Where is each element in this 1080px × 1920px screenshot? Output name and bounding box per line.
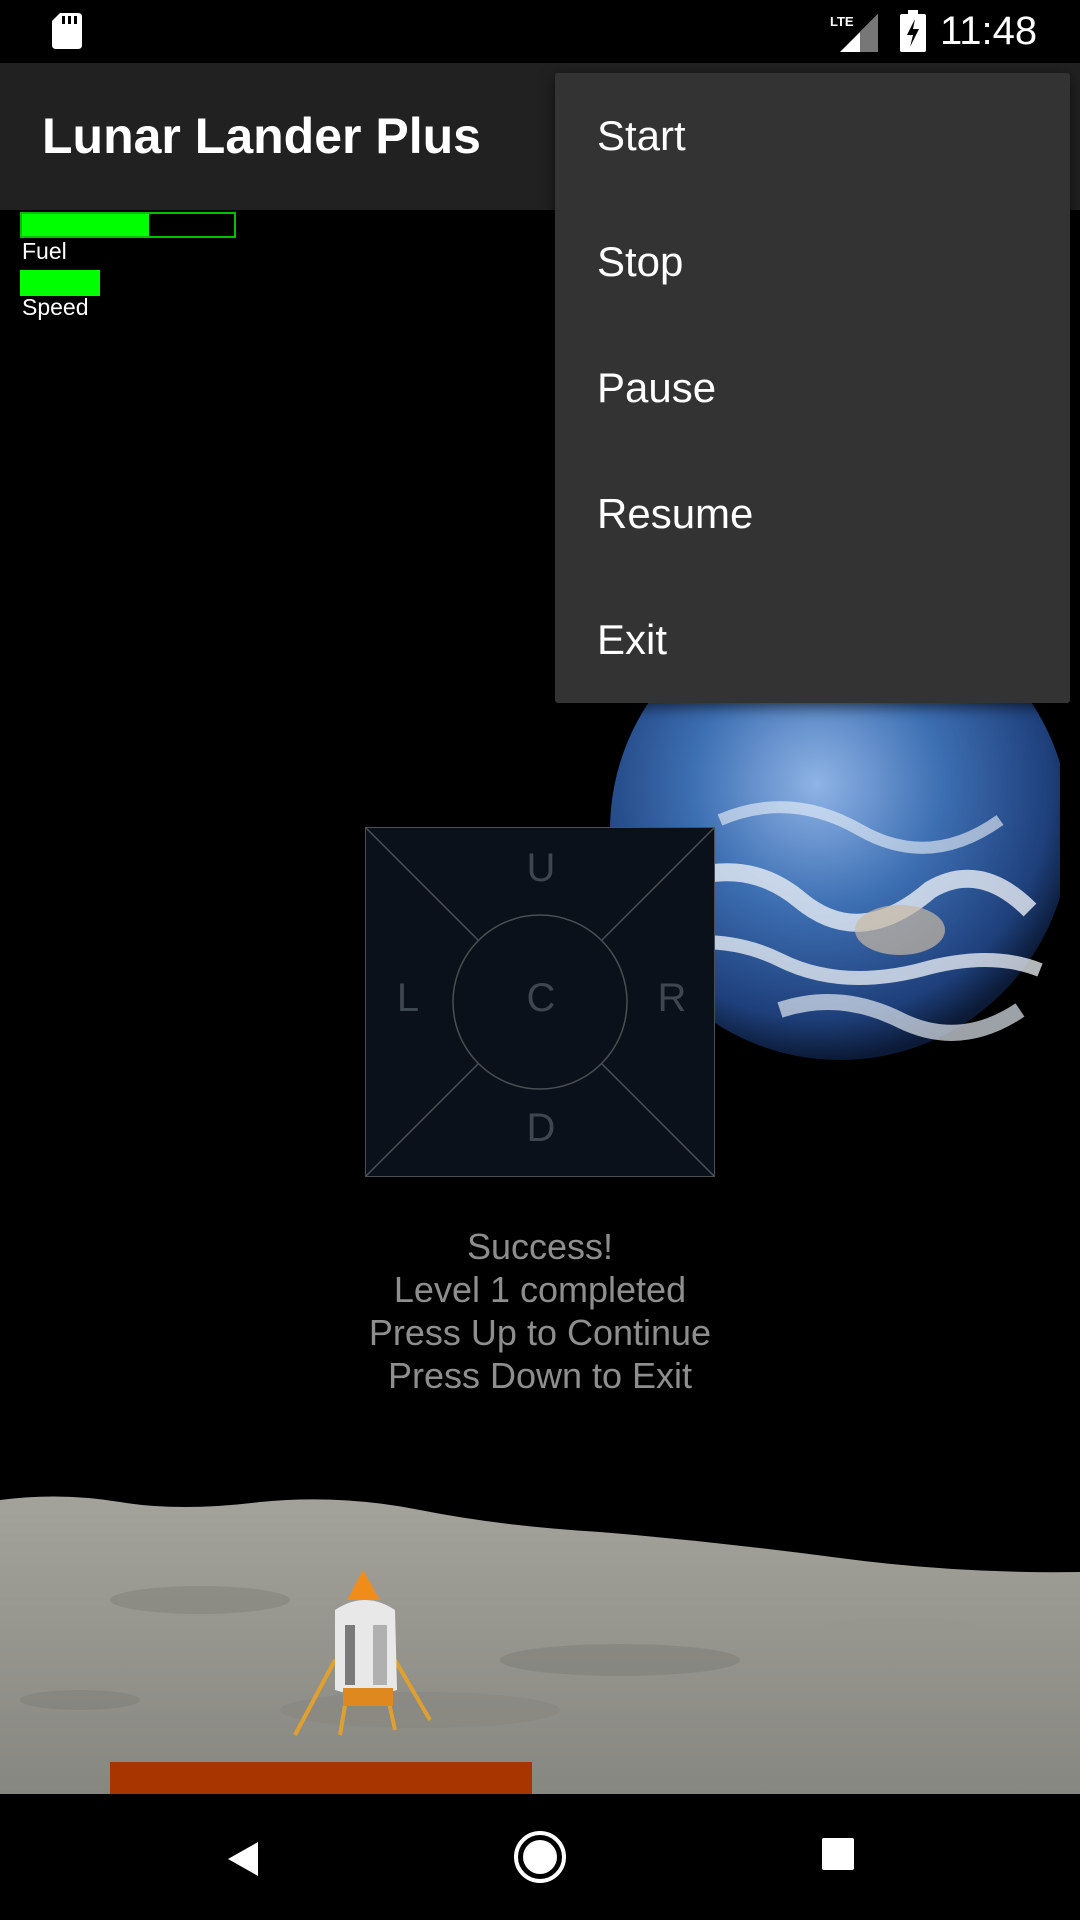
network-label: LTE [830,14,854,29]
game-message: Success! Level 1 completed Press Up to C… [240,1225,840,1397]
message-line: Success! [466,1226,614,1267]
lunar-lander-icon [293,1570,432,1736]
speed-label: Speed [22,294,89,320]
dpad-right-button[interactable]: R [642,976,702,1021]
status-clock: 11:48 [940,9,1038,53]
lte-signal-icon: LTE [830,14,878,52]
app-title: Lunar Lander Plus [42,108,481,164]
fuel-gauge [20,212,236,238]
back-icon[interactable] [218,1834,268,1884]
moon-surface [0,1496,1080,1794]
landing-pad [110,1762,532,1794]
fuel-gauge-fill [22,214,150,236]
dpad-center-button[interactable]: C [511,976,571,1021]
battery-charging-icon [900,10,926,52]
status-bar: LTE 11:48 [0,0,1080,63]
recents-icon[interactable] [820,1836,856,1872]
menu-item-exit[interactable]: Exit [555,577,1070,703]
message-line: Level 1 completed [393,1269,687,1310]
message-line: Press Down to Exit [387,1355,693,1396]
fuel-label: Fuel [22,238,67,264]
sd-card-icon [52,13,82,49]
dpad-left-button[interactable]: L [378,976,438,1021]
speed-gauge [20,270,100,296]
overflow-menu: Start Stop Pause Resume Exit [555,73,1070,703]
dpad-up-button[interactable]: U [511,846,571,891]
menu-item-stop[interactable]: Stop [555,199,1070,325]
dpad-down-button[interactable]: D [511,1106,571,1151]
menu-item-pause[interactable]: Pause [555,325,1070,451]
home-icon[interactable] [512,1829,568,1885]
menu-item-resume[interactable]: Resume [555,451,1070,577]
dpad[interactable]: U L C R D [365,827,715,1177]
menu-item-start[interactable]: Start [555,73,1070,199]
message-line: Press Up to Continue [368,1312,712,1353]
navigation-bar [0,1794,1080,1920]
